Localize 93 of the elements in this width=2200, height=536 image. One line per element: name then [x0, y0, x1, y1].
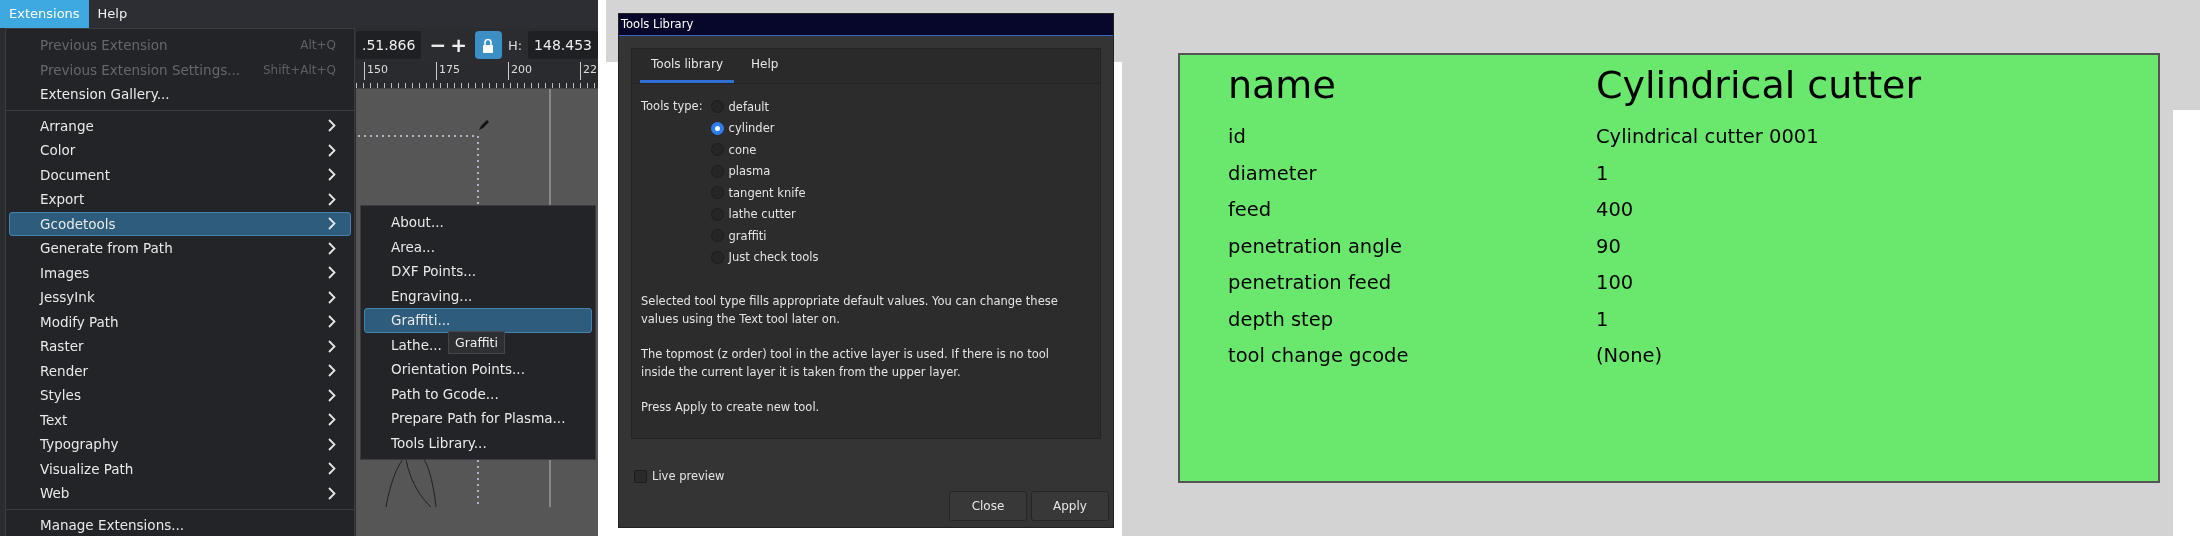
- property-name: id: [1228, 124, 1247, 150]
- chevron-icon: [328, 168, 336, 182]
- menu-item[interactable]: Render: [9, 358, 351, 383]
- chevron-icon: [328, 437, 336, 451]
- chevron-icon: [328, 119, 336, 133]
- menu-item[interactable]: Raster: [9, 334, 351, 359]
- tab[interactable]: Tools library: [640, 49, 734, 83]
- pen-icon: [478, 119, 490, 131]
- menu-item[interactable]: Text: [9, 407, 351, 432]
- chevron-icon: [328, 143, 336, 157]
- property-value: 100: [1596, 270, 1635, 296]
- checkbox-label[interactable]: Live preview: [652, 469, 725, 483]
- menu-item[interactable]: Visualize Path: [9, 456, 351, 481]
- menu-item[interactable]: JessyInk: [9, 285, 351, 310]
- menu-item[interactable]: Arrange: [9, 113, 351, 138]
- ruler-label: 200: [508, 62, 580, 80]
- description-text: Press Apply to create new tool.: [641, 399, 821, 416]
- chevron-icon: [328, 192, 336, 206]
- menu-item[interactable]: Tools Library...: [364, 430, 502, 455]
- menu-item[interactable]: Extension Gallery...: [9, 82, 351, 107]
- property-name: feed: [1228, 197, 1273, 223]
- property-value: 1: [1596, 160, 1610, 187]
- menu-item[interactable]: Manage Extensions...: [9, 512, 351, 536]
- description-text: The topmost (z order) tool in the active layer is used. If there is no tool inside the current layer it is taken from the upper layer.: [641, 346, 1051, 381]
- property-value: 400: [1596, 197, 1635, 223]
- chevron-icon: [328, 315, 336, 329]
- radio-button[interactable]: [710, 121, 724, 135]
- radio-label[interactable]: graffiti: [728, 228, 767, 243]
- menu-item[interactable]: Prepare Path for Plasma...: [364, 406, 581, 431]
- radio-label[interactable]: Just check tools: [728, 250, 819, 265]
- chevron-icon: [328, 364, 336, 378]
- chevron-icon: [328, 486, 336, 500]
- menu-item[interactable]: Web: [9, 481, 351, 506]
- description-text: Selected tool type fills appropriate default values. You can change these values using the Text tool later on.: [641, 293, 1059, 328]
- property-name: penetration feed: [1228, 270, 1393, 296]
- menu-item[interactable]: DXF Points...: [364, 259, 492, 284]
- window-title: Tools Library: [619, 14, 1113, 36]
- field-label: Tools type:: [641, 98, 703, 115]
- menu-item[interactable]: Area...: [364, 234, 450, 259]
- chevron-icon: [328, 388, 336, 402]
- menu-item[interactable]: Styles: [9, 383, 351, 408]
- radio-label[interactable]: lathe cutter: [728, 207, 796, 222]
- radio-label[interactable]: tangent knife: [728, 185, 806, 200]
- property-name: penetration angle: [1228, 233, 1403, 260]
- chevron-icon: [328, 241, 336, 255]
- chevron-icon: [328, 413, 336, 427]
- lock-icon: [482, 37, 495, 53]
- property-name: depth step: [1228, 306, 1335, 333]
- dialog-button[interactable]: Close: [949, 491, 1027, 521]
- menu-item[interactable]: Color: [9, 138, 351, 163]
- radio-label[interactable]: default: [728, 99, 770, 114]
- tooltip: Graffiti: [448, 331, 505, 354]
- decrement-button[interactable]: −: [427, 31, 449, 59]
- checkbox[interactable]: [634, 469, 647, 483]
- increment-button[interactable]: +: [448, 31, 469, 59]
- radio-label[interactable]: cylinder: [728, 121, 775, 136]
- chevron-icon: [328, 290, 336, 304]
- chevron-icon: [328, 462, 336, 476]
- menu-item[interactable]: About...: [364, 210, 459, 235]
- menu-item[interactable]: Path to Gcode...: [364, 381, 514, 406]
- radio-label[interactable]: plasma: [728, 164, 771, 179]
- property-value: (None): [1596, 343, 1664, 369]
- property-name: diameter: [1228, 160, 1318, 187]
- property-value: 90: [1596, 233, 1622, 260]
- menu-bar-item[interactable]: Help: [88, 0, 137, 28]
- chevron-icon: [328, 339, 336, 353]
- menu-item[interactable]: Typography: [9, 432, 351, 457]
- menu-item[interactable]: Document: [9, 162, 351, 187]
- lock-button[interactable]: [474, 31, 502, 59]
- menu-item[interactable]: Generate from Path: [9, 236, 351, 261]
- property-value: Cylindrical cutter 0001: [1596, 124, 1820, 150]
- chevron-icon: [328, 266, 336, 280]
- property-value: Cylindrical cutter: [1596, 62, 1923, 109]
- property-name: tool change gcode: [1228, 343, 1410, 369]
- property-name: name: [1228, 62, 1337, 109]
- chevron-icon: [328, 217, 336, 231]
- menu-item[interactable]: Graffiti...: [364, 308, 592, 333]
- menu-item[interactable]: Modify Path: [9, 309, 351, 334]
- property-value: 1: [1596, 306, 1610, 333]
- ruler-label: 22: [580, 62, 598, 80]
- menu-item[interactable]: Engraving...: [364, 283, 488, 308]
- tab[interactable]: Help: [740, 49, 790, 83]
- height-field[interactable]: 148.453: [528, 31, 598, 59]
- menu-item[interactable]: Gcodetools: [9, 211, 351, 236]
- dialog-button[interactable]: Apply: [1031, 491, 1109, 521]
- menu-item[interactable]: Export: [9, 187, 351, 212]
- radio-label[interactable]: cone: [728, 142, 757, 157]
- ruler-label: 175: [436, 62, 508, 80]
- ruler-label: 150: [364, 62, 436, 80]
- menu-item[interactable]: Images: [9, 260, 351, 285]
- x-field[interactable]: .51.866: [356, 31, 422, 59]
- menu-item[interactable]: Orientation Points...: [364, 357, 540, 382]
- height-label: H:: [507, 37, 523, 53]
